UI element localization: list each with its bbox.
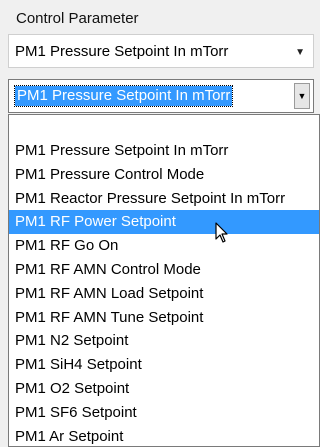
dropdown-item-ar-setpoint[interactable]: PM1 Ar Setpoint — [9, 425, 319, 446]
dropdown-item-pressure-control-mode[interactable]: PM1 Pressure Control Mode — [9, 163, 319, 187]
dropdown-item-rf-amn-tune-setpoint[interactable]: PM1 RF AMN Tune Setpoint — [9, 306, 319, 330]
chevron-down-icon[interactable]: ▼ — [295, 47, 305, 58]
control-parameter-label: Control Parameter — [16, 10, 139, 27]
dropdown-item-sf6-setpoint[interactable]: PM1 SF6 Setpoint — [9, 401, 319, 425]
dropdown-item-rf-power-setpoint[interactable]: PM1 RF Power Setpoint — [9, 210, 319, 235]
chevron-down-icon: ▼ — [297, 91, 307, 101]
dropdown-item-pressure-setpoint[interactable]: PM1 Pressure Setpoint In mTorr — [9, 139, 319, 163]
dropdown-list[interactable]: PM1 Pressure Setpoint In mTorr PM1 Press… — [8, 114, 320, 447]
dropdown-item-rf-amn-load-setpoint[interactable]: PM1 RF AMN Load Setpoint — [9, 282, 319, 306]
dropdown-item-n2-setpoint[interactable]: PM1 N2 Setpoint — [9, 329, 319, 353]
dropdown-item-rf-amn-control-mode[interactable]: PM1 RF AMN Control Mode — [9, 258, 319, 282]
mouse-pointer-icon — [215, 222, 228, 243]
dropdown-item-rf-go-on[interactable]: PM1 RF Go On — [9, 234, 319, 258]
select-value: PM1 Pressure Setpoint In mTorr — [15, 43, 229, 60]
selected-value: PM1 Pressure Setpoint In mTorr — [13, 85, 234, 107]
parameter-dropdown-select[interactable]: PM1 Pressure Setpoint In mTorr ▼ — [8, 79, 314, 113]
dropdown-item-o2-setpoint[interactable]: PM1 O2 Setpoint — [9, 377, 319, 401]
dropdown-item-reactor-pressure-setpoint[interactable]: PM1 Reactor Pressure Setpoint In mTorr — [9, 187, 319, 211]
dropdown-toggle-button[interactable]: ▼ — [294, 83, 310, 109]
control-parameter-select[interactable]: PM1 Pressure Setpoint In mTorr ▼ — [8, 34, 314, 68]
dropdown-blank-item[interactable] — [9, 115, 319, 139]
dropdown-field[interactable]: PM1 Pressure Setpoint In mTorr — [13, 83, 293, 109]
dropdown-item-sih4-setpoint[interactable]: PM1 SiH4 Setpoint — [9, 353, 319, 377]
